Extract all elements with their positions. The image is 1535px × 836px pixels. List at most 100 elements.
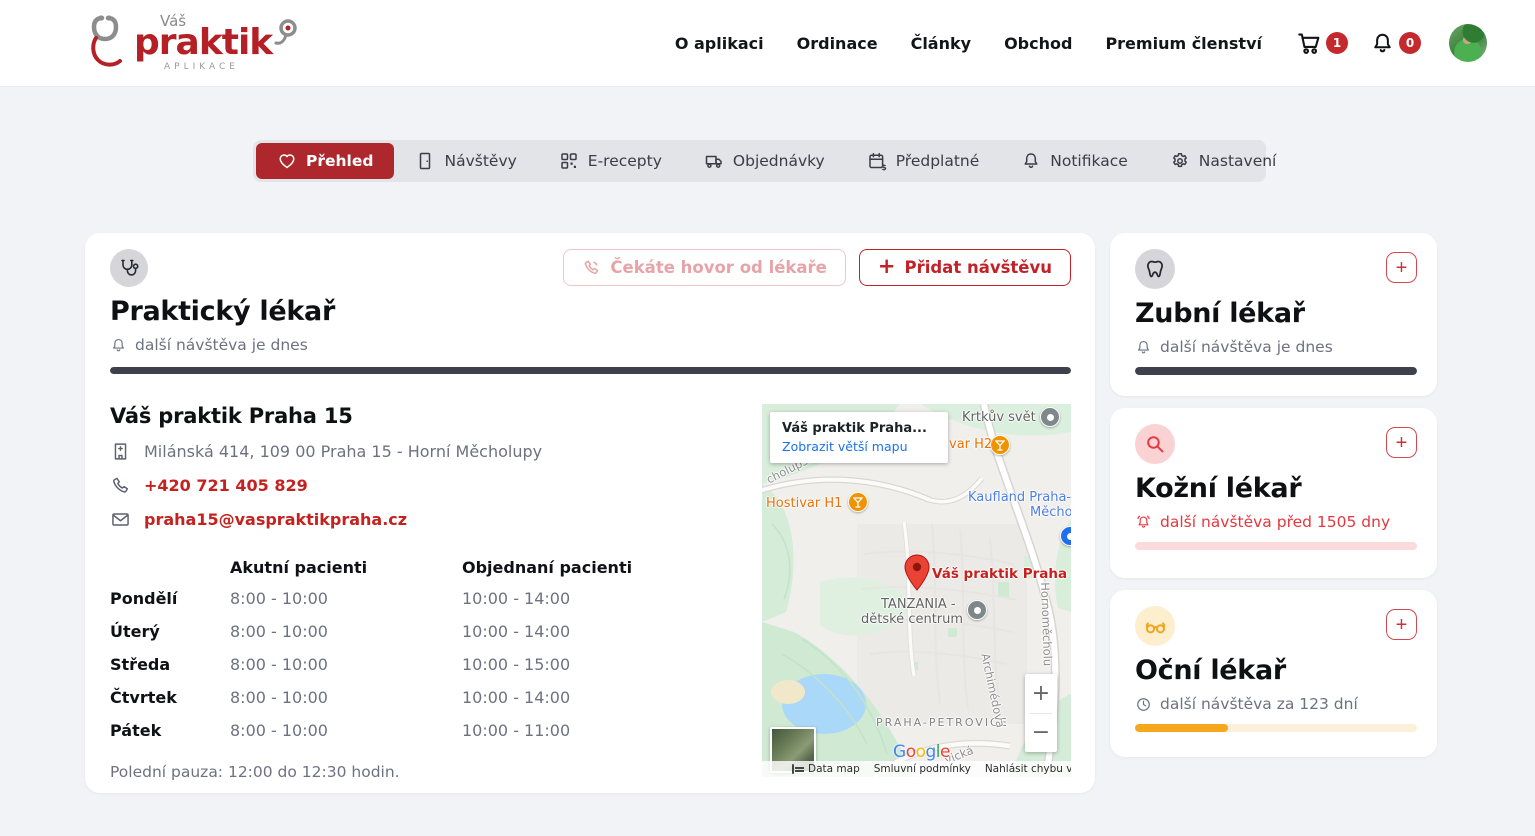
next-visit-text: další návštěva je dnes <box>135 336 308 354</box>
stethoscope-icon <box>110 249 148 287</box>
lunch-pause-note: Polední pauza: 12:00 do 12:30 hodin. <box>110 763 742 781</box>
address-text: Milánská 414, 109 00 Praha 15 - Horní Mě… <box>144 442 542 461</box>
schedule-header-row: Akutní pacienti Objednaní pacienti <box>110 552 742 582</box>
notifications-badge: 0 <box>1399 32 1421 54</box>
map-zoom-in-button[interactable]: + <box>1025 674 1057 713</box>
map-marker-krtkuv-svet[interactable] <box>1040 407 1060 427</box>
cart-button[interactable]: 1 <box>1296 30 1348 56</box>
map-label-tanzania-1: TANZANIA - <box>881 597 956 612</box>
notifications-button[interactable]: 0 <box>1370 31 1421 56</box>
nav-obchod[interactable]: Obchod <box>1004 34 1072 53</box>
map-label-kaufland: Kaufland Praha-H <box>968 490 1071 505</box>
nav-o-aplikaci[interactable]: O aplikaci <box>675 34 764 53</box>
call-waiting-label: Čekáte hovor od lékaře <box>610 258 826 277</box>
add-visit-button[interactable]: + Přidat návštěvu <box>859 249 1071 286</box>
phone-link[interactable]: +420 721 405 829 <box>144 476 308 495</box>
bell-icon <box>110 337 127 354</box>
cocktail-icon <box>995 440 1005 451</box>
nav-premium[interactable]: Premium členství <box>1105 34 1262 53</box>
schedule-col-ordered: Objednaní pacienti <box>462 558 632 577</box>
tab-erecepty[interactable]: E-recepty <box>538 143 683 179</box>
calendar-dollar-icon: $ <box>867 151 887 171</box>
tab-prehled[interactable]: Přehled <box>256 143 394 179</box>
map-pin-red[interactable] <box>904 554 930 591</box>
map-label-kaufland-2: Měcho <box>1030 505 1071 520</box>
app-logo[interactable]: Váš praktik APLIKACE <box>88 14 300 72</box>
card-title: Zubní lékař <box>1135 298 1417 329</box>
next-visit-row: další návštěva je dnes <box>110 336 1071 354</box>
google-logo: Google <box>893 742 950 762</box>
office-name: Váš praktik Praha 15 <box>110 404 742 428</box>
visit-progress-bar <box>110 367 1071 374</box>
logo-sub-text: APLIKACE <box>164 63 272 72</box>
map-zoom-control: + − <box>1025 674 1057 752</box>
visit-progress-bar <box>1135 542 1417 550</box>
add-visit-zubni-button[interactable]: + <box>1386 252 1417 283</box>
visit-progress-bar <box>1135 724 1417 732</box>
clock-icon <box>1135 696 1152 713</box>
section-tabbar: Přehled Návštěvy E-recepty Objednávky $ … <box>253 140 1266 182</box>
add-visit-kozni-button[interactable]: + <box>1386 427 1417 458</box>
bell-icon <box>1135 339 1152 356</box>
next-visit-row: další návštěva za 123 dní <box>1135 695 1417 713</box>
call-waiting-button[interactable]: Čekáte hovor od lékaře <box>563 249 845 286</box>
tooth-icon <box>1135 249 1175 289</box>
map-info-window: Váš praktik Praha... Zobrazit větší mapu <box>770 412 948 463</box>
card-title: Praktický lékař <box>110 296 1071 327</box>
specialist-card-kozni: + Kožní lékař další návštěva před 1505 d… <box>1110 408 1437 578</box>
glasses-icon <box>1135 606 1175 646</box>
map-marker-h2-transit[interactable] <box>990 435 1010 455</box>
tab-predplatne[interactable]: $ Předplatné <box>846 143 1001 179</box>
map-label-h2: var H2 <box>949 437 992 452</box>
next-visit-text: další návštěva je dnes <box>1160 338 1333 356</box>
keyboard-shortcuts-icon[interactable] <box>792 764 794 774</box>
cart-icon <box>1296 30 1322 56</box>
address-row: Milánská 414, 109 00 Praha 15 - Horní Mě… <box>110 441 742 462</box>
map-data-link[interactable]: Data map <box>808 763 860 775</box>
map-info-title: Váš praktik Praha... <box>782 421 936 436</box>
email-row: praha15@vaspraktikpraha.cz <box>110 509 742 530</box>
bell-ring-icon <box>1135 514 1152 531</box>
tab-label: Předplatné <box>896 152 980 170</box>
visit-progress-bar <box>1135 367 1417 375</box>
map-marker-tanzania[interactable] <box>967 600 987 620</box>
specialist-card-ocni: + Oční lékař další návštěva za 123 dní <box>1110 590 1437 757</box>
tab-label: E-recepty <box>588 152 662 170</box>
map-marker-h1-transit[interactable] <box>848 492 868 512</box>
add-visit-label: Přidat návštěvu <box>904 258 1052 277</box>
map-attribution-bar: Data map Smluvní podmínky Nahlásit chybu… <box>762 761 1071 777</box>
tab-label: Notifikace <box>1050 152 1128 170</box>
tab-label: Návštěvy <box>444 152 516 170</box>
map-label-vas-praktik: Váš praktik Praha 15 <box>932 566 1071 582</box>
next-visit-row: další návštěva před 1505 dny <box>1135 513 1417 531</box>
practitioner-card-prakticky: Čekáte hovor od lékaře + Přidat návštěvu… <box>85 233 1095 793</box>
tab-notifikace[interactable]: Notifikace <box>1000 143 1149 179</box>
map-label-hornomecholupska: Hornoměcholu <box>1038 582 1055 666</box>
table-row: Úterý 8:00 - 10:00 10:00 - 14:00 <box>110 615 742 648</box>
map-report-link[interactable]: Nahlásit chybu v mapě <box>985 763 1071 775</box>
schedule-col-acute: Akutní pacienti <box>230 558 462 577</box>
user-avatar[interactable] <box>1449 24 1487 62</box>
map-info-link[interactable]: Zobrazit větší mapu <box>782 439 936 454</box>
svg-text:$: $ <box>881 163 887 171</box>
map-label-praha-petrovice: PRAHA-PETROVICE <box>876 716 1009 729</box>
email-link[interactable]: praha15@vaspraktikpraha.cz <box>144 510 407 529</box>
phone-icon <box>110 475 131 496</box>
table-row: Pondělí 8:00 - 10:00 10:00 - 14:00 <box>110 582 742 615</box>
bell-icon <box>1370 31 1395 56</box>
tab-label: Přehled <box>306 152 373 170</box>
map-zoom-out-button[interactable]: − <box>1025 714 1057 753</box>
tab-objednavky[interactable]: Objednávky <box>683 143 846 179</box>
nav-ordinace[interactable]: Ordinace <box>797 34 878 53</box>
tab-label: Objednávky <box>733 152 825 170</box>
map-terms-link[interactable]: Smluvní podmínky <box>874 763 971 775</box>
envelope-icon <box>110 509 131 530</box>
nav-clanky[interactable]: Články <box>911 34 971 53</box>
main-nav: O aplikaci Ordinace Články Obchod Premiu… <box>675 34 1262 53</box>
google-map[interactable]: Váš praktik Praha... Zobrazit větší mapu… <box>762 404 1071 777</box>
table-row: Pátek 8:00 - 10:00 10:00 - 11:00 <box>110 714 742 747</box>
tab-navstevy[interactable]: Návštěvy <box>394 143 537 179</box>
add-visit-ocni-button[interactable]: + <box>1386 609 1417 640</box>
tab-nastaveni[interactable]: Nastavení <box>1149 143 1298 179</box>
stethoscope-logo-icon <box>88 14 132 72</box>
